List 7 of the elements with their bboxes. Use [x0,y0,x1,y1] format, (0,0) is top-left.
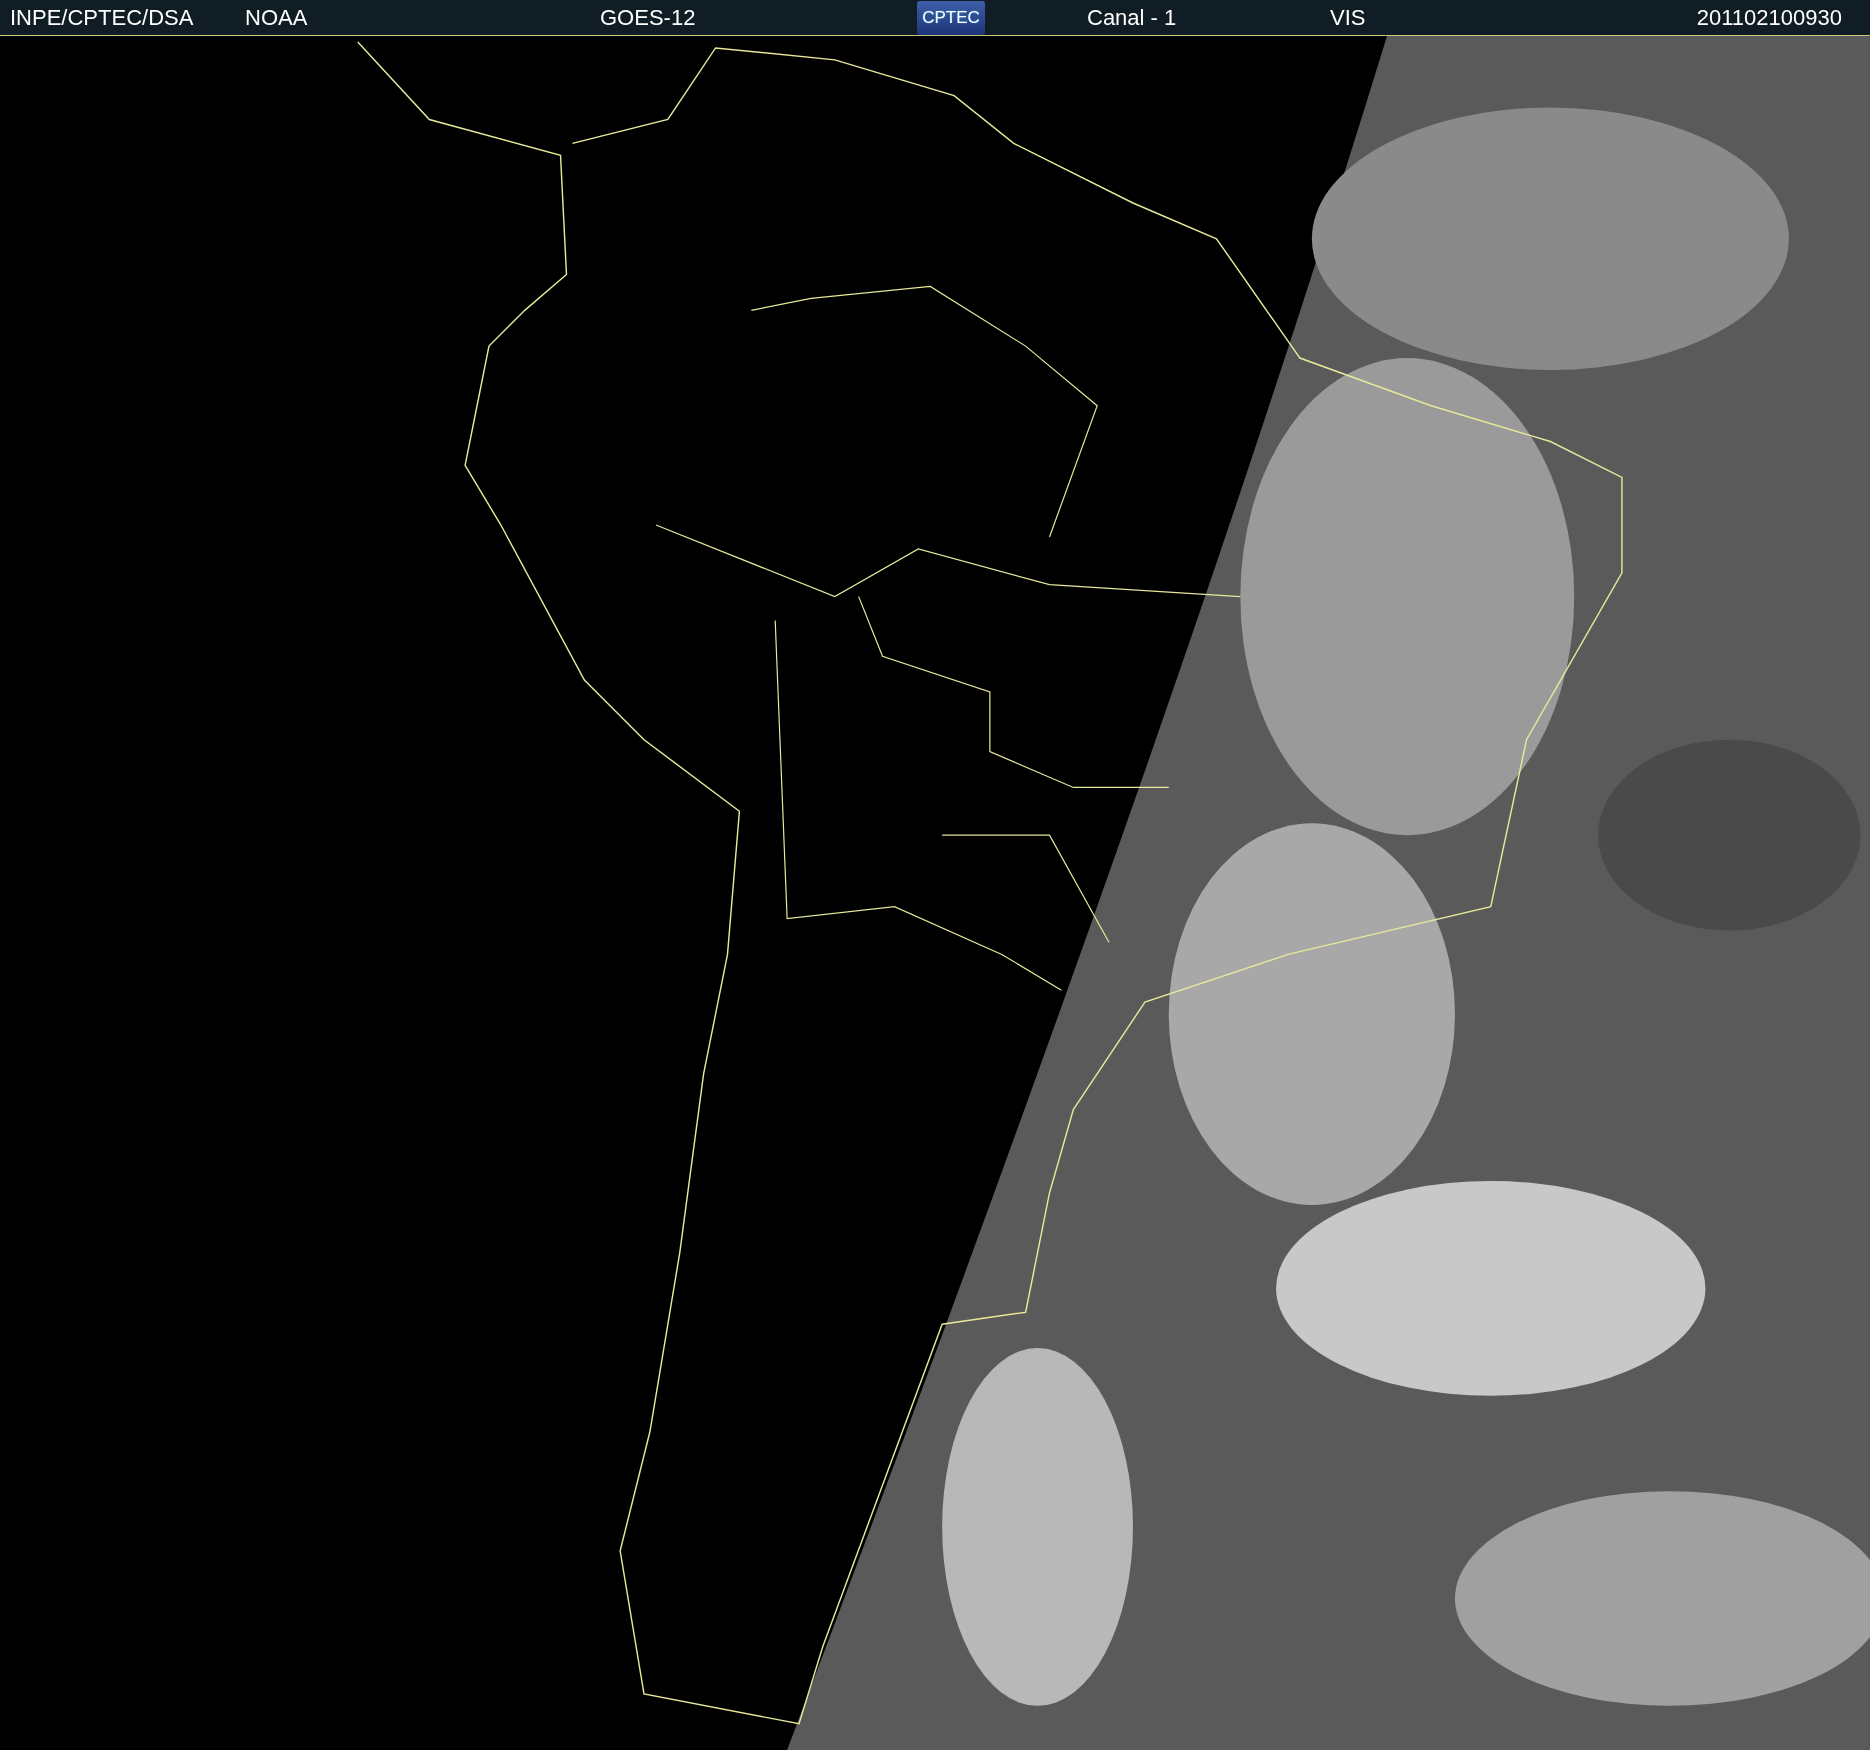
header-label: 201102100930 [1696,4,1842,31]
header-label: NOAA [245,4,308,31]
header-label: Canal - 1 [1087,4,1177,31]
header-label: GOES-12 [600,4,696,31]
logo: CPTEC [917,0,985,35]
header-label: INPE/CPTEC/DSA [10,4,194,31]
header-label: VIS [1330,4,1366,31]
